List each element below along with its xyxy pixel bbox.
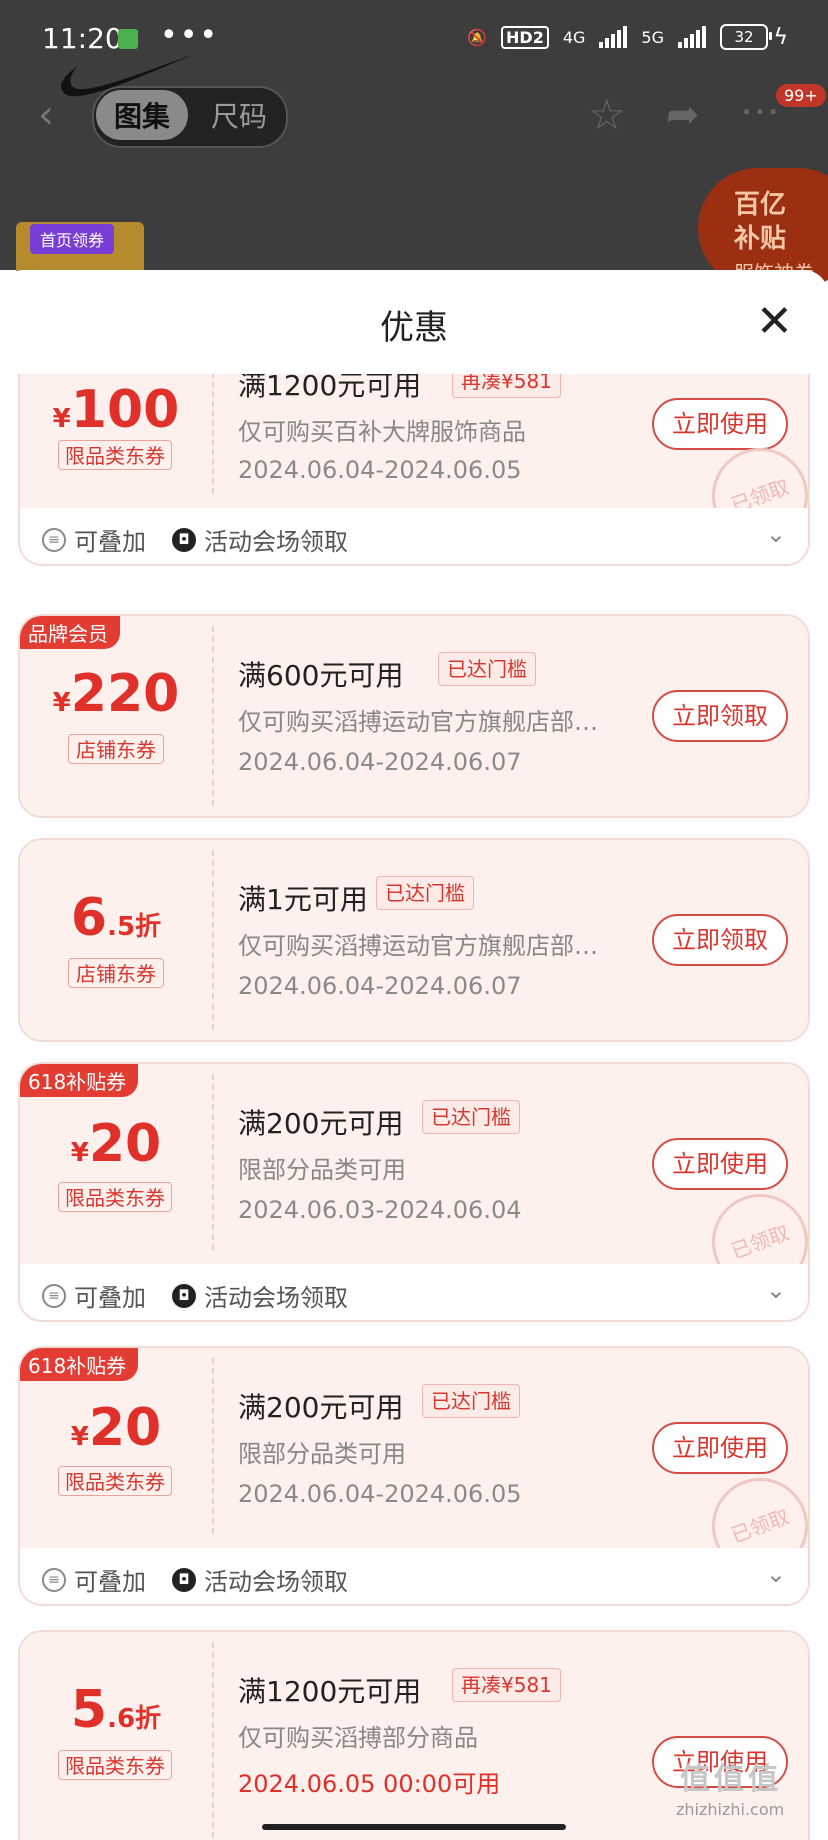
coupon-status-tag: 再凑¥581 xyxy=(452,1668,561,1702)
more-icon[interactable]: ⋯ xyxy=(740,88,780,134)
coupon-description: 仅可购买百补大牌服饰商品 xyxy=(238,418,526,446)
star-icon[interactable]: ☆ xyxy=(588,90,626,139)
network-5g: 5G xyxy=(641,27,664,47)
network-4g: 4G xyxy=(562,27,586,47)
coupon-date: 2024.06.03-2024.06.04 xyxy=(238,1196,522,1224)
tab-size[interactable]: 尺码 xyxy=(196,90,282,140)
coupon-date: 2024.06.04-2024.06.05 xyxy=(238,456,522,484)
stackable-label: ≡ 可叠加 xyxy=(42,1278,146,1313)
back-icon[interactable]: ‹ xyxy=(38,92,54,138)
claim-now-button[interactable]: 立即领取 xyxy=(652,690,788,742)
coupon-description: 限部分品类可用 xyxy=(238,1156,406,1184)
watermark-url: zhizhizhi.com xyxy=(676,1800,785,1819)
stack-icon: ≡ xyxy=(42,527,66,552)
promo-right-line1: 百亿 xyxy=(734,190,787,220)
coupon-condition: 满1200元可用 xyxy=(238,374,422,402)
coupon-condition: 满200元可用 xyxy=(238,1107,404,1140)
coupon-condition: 满600元可用 xyxy=(238,659,404,692)
stackable-label: ≡ 可叠加 xyxy=(42,522,146,557)
venue-icon: ◘ xyxy=(172,527,196,552)
coupon-status-tag: 已达门槛 xyxy=(438,652,536,686)
coupon-type-tag: 限品类东券 xyxy=(58,440,172,470)
coupon-card: 618补贴券 ¥20 限品类东券 满200元可用 已达门槛 限部分品类可用 20… xyxy=(18,1062,810,1322)
coupon-status-tag: 已达门槛 xyxy=(422,1384,520,1418)
coupon-description: 仅可购买滔搏部分商品 xyxy=(238,1724,478,1752)
promo-right-line2: 补贴 xyxy=(734,224,787,254)
coupon-date: 2024.06.04-2024.06.07 xyxy=(238,972,522,1000)
signal-icon xyxy=(599,26,628,48)
coupon-condition: 满1200元可用 xyxy=(238,1675,422,1708)
stack-icon: ≡ xyxy=(42,1567,66,1592)
venue-icon: ◘ xyxy=(172,1567,196,1592)
coupon-description: 限部分品类可用 xyxy=(238,1440,406,1468)
coupon-type-tag: 店铺东券 xyxy=(68,958,164,988)
sheet-title: 优惠 xyxy=(380,308,448,348)
coupon-amount: ¥20 xyxy=(70,1114,162,1174)
venue-label: ◘ 活动会场领取 xyxy=(172,1562,348,1597)
tab-gallery[interactable]: 图集 xyxy=(96,90,188,140)
message-badge: 99+ xyxy=(776,84,826,107)
coupon-condition: 满1元可用 xyxy=(238,883,368,916)
coupon-footer: ≡ 可叠加 ◘ 活动会场领取 ⌄ xyxy=(20,1548,808,1604)
stackable-label: ≡ 可叠加 xyxy=(42,1562,146,1597)
coupon-type-tag: 限品类东券 xyxy=(58,1182,172,1212)
close-icon[interactable]: ✕ xyxy=(756,300,793,344)
hd-icon: HD2 xyxy=(501,25,549,49)
coupon-type-tag: 店铺东券 xyxy=(68,734,164,764)
coupon-amount: ¥100 xyxy=(52,380,180,440)
use-now-button[interactable]: 立即使用 xyxy=(652,398,788,450)
signal-icon-2 xyxy=(678,26,706,48)
battery-icon: 32 xyxy=(720,24,772,50)
venue-icon: ◘ xyxy=(172,1283,196,1308)
promo-left-tag: 首页领券 xyxy=(30,224,115,254)
coupon-footer: ≡ 可叠加 ◘ 活动会场领取 ⌄ xyxy=(20,508,808,564)
coupon-description: 仅可购买滔搏运动官方旗舰店部… xyxy=(238,932,598,960)
coupon-date: 2024.06.05 00:00可用 xyxy=(238,1770,501,1798)
coupon-amount: ¥220 xyxy=(52,664,180,724)
stack-icon: ≡ xyxy=(42,1283,66,1308)
coupon-card: 6.5折 店铺东券 满1元可用 已达门槛 仅可购买滔搏运动官方旗舰店部… 202… xyxy=(18,838,810,1042)
coupon-amount: ¥20 xyxy=(70,1398,162,1458)
venue-label: ◘ 活动会场领取 xyxy=(172,522,348,557)
coupon-card: 618补贴券 ¥20 限品类东券 满200元可用 已达门槛 限部分品类可用 20… xyxy=(18,1346,810,1606)
home-indicator[interactable] xyxy=(262,1824,566,1830)
chevron-down-icon[interactable]: ⌄ xyxy=(766,520,786,548)
use-now-button[interactable]: 立即使用 xyxy=(652,1138,788,1190)
chevron-down-icon[interactable]: ⌄ xyxy=(766,1560,786,1588)
coupon-corner-tag: 品牌会员 xyxy=(20,616,120,649)
watermark-logo: 值值值 xyxy=(680,1762,782,1797)
coupon-status-tag: 已达门槛 xyxy=(376,876,474,910)
coupon-corner-tag: 618补贴券 xyxy=(20,1348,139,1381)
use-now-button[interactable]: 立即使用 xyxy=(652,1422,788,1474)
coupon-status-tag: 已达门槛 xyxy=(422,1100,520,1134)
coupon-type-tag: 限品类东券 xyxy=(58,1466,172,1496)
coupon-amount: 5.6折 xyxy=(70,1680,162,1740)
coupon-list[interactable]: ¥100 限品类东券 满1200元可用 再凑¥581 仅可购买百补大牌服饰商品 … xyxy=(0,374,828,1840)
coupon-footer: ≡ 可叠加 ◘ 活动会场领取 ⌄ xyxy=(20,1264,808,1320)
coupon-amount: 6.5折 xyxy=(70,888,162,948)
charging-icon: ϟ xyxy=(773,25,788,50)
coupon-status-tag: 再凑¥581 xyxy=(452,374,561,398)
chevron-down-icon[interactable]: ⌄ xyxy=(766,1276,786,1304)
status-indicators: 🔕 HD2 4G 5G 32 xyxy=(467,24,772,50)
claim-now-button[interactable]: 立即领取 xyxy=(652,914,788,966)
mute-icon: 🔕 xyxy=(467,27,488,47)
coupon-date: 2024.06.04-2024.06.07 xyxy=(238,748,522,776)
share-icon[interactable]: ➦ xyxy=(666,92,700,138)
coupon-type-tag: 限品类东券 xyxy=(58,1750,172,1780)
coupon-description: 仅可购买滔搏运动官方旗舰店部… xyxy=(238,708,598,736)
coupon-corner-tag: 618补贴券 xyxy=(20,1064,139,1097)
venue-label: ◘ 活动会场领取 xyxy=(172,1278,348,1313)
discount-sheet: 优惠 ✕ ¥100 限品类东券 满1200元可用 再凑¥581 仅可购买百补大牌… xyxy=(0,270,828,1840)
coupon-date: 2024.06.04-2024.06.05 xyxy=(238,1480,522,1508)
coupon-card: 品牌会员 ¥220 店铺东券 满600元可用 已达门槛 仅可购买滔搏运动官方旗舰… xyxy=(18,614,810,818)
coupon-condition: 满200元可用 xyxy=(238,1391,404,1424)
coupon-card: ¥100 限品类东券 满1200元可用 再凑¥581 仅可购买百补大牌服饰商品 … xyxy=(18,374,810,566)
